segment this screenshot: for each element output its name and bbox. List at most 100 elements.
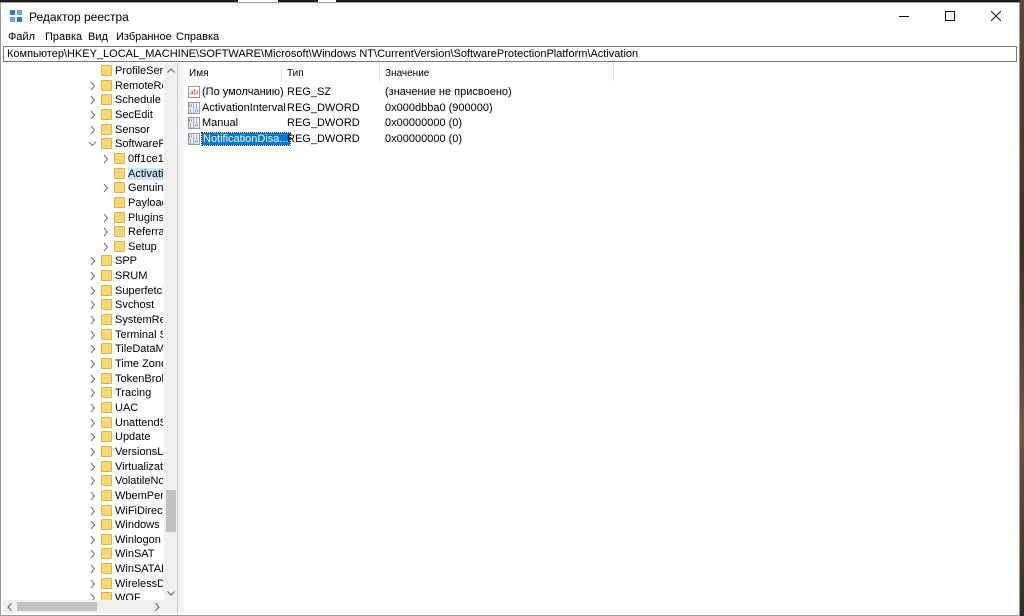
chevron-right-icon[interactable] <box>101 212 110 224</box>
address-path[interactable]: Компьютер\HKEY_LOCAL_MACHINE\SOFTWARE\Mi… <box>7 48 638 60</box>
column-header-name[interactable]: Имя <box>184 63 282 82</box>
tree-vertical-scroll-thumb[interactable] <box>166 490 176 532</box>
tree-item[interactable]: SPP <box>3 254 163 269</box>
tree-item[interactable]: UnattendSe <box>3 416 163 431</box>
column-header-data[interactable]: Значение <box>380 63 614 82</box>
tree-item-label: TileDataMo <box>115 343 163 356</box>
chevron-right-icon[interactable] <box>88 285 97 297</box>
chevron-right-icon[interactable] <box>88 80 97 92</box>
tree-item[interactable]: Tracing <box>3 386 163 401</box>
menu-favorites[interactable]: Избранное <box>116 31 172 43</box>
chevron-right-icon[interactable] <box>88 314 97 326</box>
tree-item[interactable]: VersionsList <box>3 445 163 460</box>
value-row[interactable]: 011 110 Manual REG_DWORD 0x00000000 (0) <box>184 116 1014 131</box>
chevron-right-icon[interactable] <box>88 387 97 399</box>
tree-item[interactable]: SRUM <box>3 269 163 284</box>
menu-view[interactable]: Вид <box>88 31 108 43</box>
tree-item[interactable]: Schedule <box>3 93 163 108</box>
scroll-up-arrow-icon[interactable] <box>164 63 177 77</box>
chevron-right-icon[interactable] <box>88 373 97 385</box>
tree-item[interactable]: ProfileServi <box>3 64 163 79</box>
tree-item[interactable]: TileDataMo <box>3 342 163 357</box>
chevron-right-icon[interactable] <box>88 329 97 341</box>
tree-item[interactable]: TokenBroke <box>3 372 163 387</box>
chevron-right-icon[interactable] <box>101 226 110 238</box>
maximize-button[interactable] <box>927 3 973 29</box>
tree-item[interactable]: VolatileNot <box>3 474 163 489</box>
value-row[interactable]: 011 110 NotificationDisa... REG_DWORD 0x0000… <box>184 131 1014 147</box>
chevron-right-icon[interactable] <box>88 124 97 136</box>
chevron-right-icon[interactable] <box>101 241 110 253</box>
chevron-right-icon[interactable] <box>88 417 97 429</box>
tree-item[interactable]: WinSATAPI <box>3 562 163 577</box>
tree-item[interactable]: 0ff1ce15 <box>3 152 163 167</box>
chevron-right-icon[interactable] <box>88 563 97 575</box>
minimize-button[interactable] <box>881 3 927 29</box>
tree-item[interactable]: UAC <box>3 401 163 416</box>
chevron-right-icon[interactable] <box>88 519 97 531</box>
tree-item[interactable]: Referrall <box>3 225 163 240</box>
tree-item[interactable]: WirelessDo <box>3 577 163 592</box>
tree-item[interactable]: Terminal Se <box>3 328 163 343</box>
chevron-right-icon[interactable] <box>88 402 97 414</box>
tree-item[interactable]: SoftwarePr <box>3 137 163 152</box>
tree-item[interactable]: Windows <box>3 518 163 533</box>
tree-item[interactable]: RemoteReg <box>3 79 163 94</box>
folder-icon <box>101 533 112 545</box>
tree-item[interactable]: Superfetch <box>3 284 163 299</box>
scroll-right-arrow-icon[interactable] <box>151 600 164 613</box>
title-bar[interactable]: Редактор реестра <box>1 3 1019 29</box>
chevron-right-icon[interactable] <box>88 461 97 473</box>
chevron-right-icon[interactable] <box>101 153 110 165</box>
tree-item[interactable]: WbemPerf <box>3 489 163 504</box>
menu-edit[interactable]: Правка <box>45 31 82 43</box>
tree-item[interactable]: WiFiDirectA <box>3 504 163 519</box>
chevron-right-icon[interactable] <box>88 475 97 487</box>
tree-item[interactable]: Setup <box>3 240 163 255</box>
tree-vertical-scrollbar[interactable] <box>164 63 177 600</box>
tree-item[interactable]: SystemRest <box>3 313 163 328</box>
chevron-down-icon[interactable] <box>88 138 97 150</box>
values-list[interactable]: Имя Тип Значение ab (По умолчанию) REG_SZ (… <box>184 63 1019 613</box>
tree-horizontal-scroll-thumb[interactable] <box>17 602 97 611</box>
chevron-right-icon[interactable] <box>88 94 97 106</box>
chevron-right-icon[interactable] <box>88 534 97 546</box>
menu-file[interactable]: Файл <box>8 31 35 43</box>
tree-item[interactable]: Time Zones <box>3 357 163 372</box>
chevron-right-icon[interactable] <box>88 255 97 267</box>
tree-item[interactable]: Plugins <box>3 211 163 226</box>
chevron-right-icon[interactable] <box>101 182 110 194</box>
tree-item[interactable]: Payload <box>3 196 163 211</box>
tree-item[interactable]: Sensor <box>3 123 163 138</box>
address-bar[interactable]: Компьютер\HKEY_LOCAL_MACHINE\SOFTWARE\Mi… <box>3 46 1017 62</box>
chevron-right-icon[interactable] <box>88 343 97 355</box>
chevron-right-icon[interactable] <box>88 109 97 121</box>
chevron-right-icon[interactable] <box>88 446 97 458</box>
chevron-right-icon[interactable] <box>88 358 97 370</box>
tree-item[interactable]: Genuine <box>3 181 163 196</box>
value-row[interactable]: ab (По умолчанию) REG_SZ (значение не присв… <box>184 85 1014 100</box>
tree-item[interactable]: Update <box>3 430 163 445</box>
menu-help[interactable]: Справка <box>176 31 219 43</box>
chevron-right-icon[interactable] <box>88 548 97 560</box>
chevron-right-icon[interactable] <box>88 505 97 517</box>
tree-item[interactable]: Winlogon <box>3 533 163 548</box>
registry-key-tree[interactable]: ProfileServi RemoteReg ScheduleSecEdit Sens… <box>3 63 178 613</box>
tree-item[interactable]: Activatio <box>3 167 163 182</box>
tree-item[interactable]: Virtualizatio <box>3 460 163 475</box>
chevron-right-icon[interactable] <box>88 431 97 443</box>
close-button[interactable] <box>973 3 1019 29</box>
tree-item[interactable]: SecEdit <box>3 108 163 123</box>
chevron-right-icon[interactable] <box>88 490 97 502</box>
tree-item[interactable]: Svchost <box>3 298 163 313</box>
value-row[interactable]: 011 110 ActivationInterval REG_DWORD 0x000db… <box>184 101 1014 116</box>
tree-item-label: UAC <box>115 401 139 414</box>
tree-horizontal-scrollbar[interactable] <box>3 600 164 613</box>
tree-item[interactable]: WinSAT <box>3 547 163 562</box>
chevron-right-icon[interactable] <box>88 578 97 590</box>
chevron-right-icon[interactable] <box>88 299 97 311</box>
scroll-down-arrow-icon[interactable] <box>164 586 177 600</box>
scroll-left-arrow-icon[interactable] <box>3 600 16 613</box>
column-header-type[interactable]: Тип <box>282 63 380 82</box>
chevron-right-icon[interactable] <box>88 270 97 282</box>
